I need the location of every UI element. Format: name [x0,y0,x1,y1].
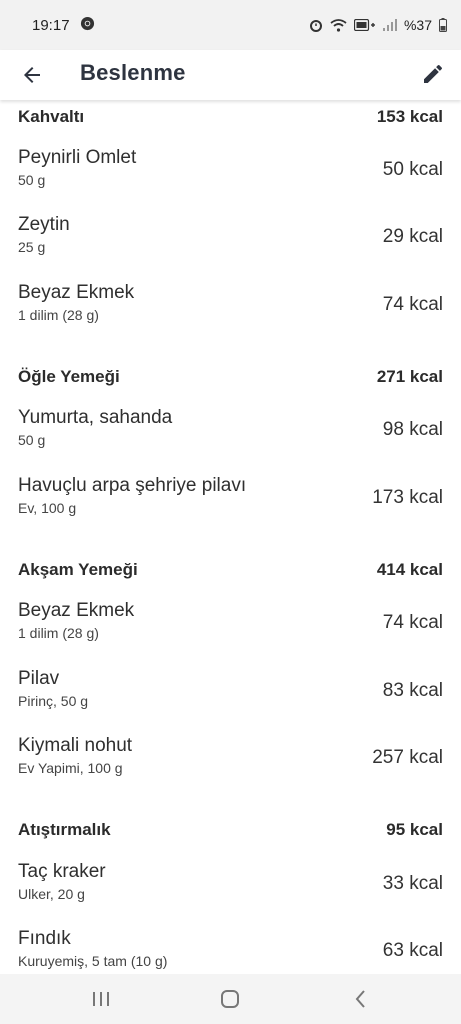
pencil-icon [424,64,443,83]
meal-header-aksam-yemegi: Akşam Yemeği 414 kcal [18,555,443,585]
food-detail: 50 g [18,172,46,188]
food-item[interactable]: Beyaz Ekmek 1 dilim (28 g) 74 kcal [18,600,443,650]
meal-name: Kahvaltı [18,107,85,126]
meal-total: 95 kcal [386,820,443,839]
food-kcal: 63 kcal [382,940,443,961]
chevron-left-icon [355,990,365,1008]
food-name: Kiymali nohut [18,735,133,756]
food-kcal: 33 kcal [382,873,443,894]
battery-icon [439,18,447,32]
meal-header-atistirmalik: Atıştırmalık 95 kcal [18,815,443,845]
food-name: Taç kraker [18,861,106,882]
food-name: Beyaz Ekmek [18,282,135,303]
food-item[interactable]: Zeytin 25 g 29 kcal [18,214,443,264]
food-kcal: 74 kcal [382,612,443,633]
food-name: Peynirli Omlet [18,147,137,168]
nav-back-button[interactable] [350,989,372,1014]
signal-icon [382,19,397,31]
food-name: Yumurta, sahanda [18,407,173,428]
food-item[interactable]: Peynirli Omlet 50 g 50 kcal [18,147,443,197]
page-title: Beslenme [80,60,186,85]
meal-total: 271 kcal [376,367,443,386]
battery-percent: %37 [403,17,432,33]
volte-icon [353,19,376,31]
food-detail: Pirinç, 50 g [18,693,89,709]
food-name: Pilav [18,668,60,689]
food-detail: 25 g [18,239,46,255]
food-item[interactable]: Pilav Pirinç, 50 g 83 kcal [18,668,443,718]
food-name: Zeytin [18,214,70,235]
food-name: Havuçlu arpa şehriye pilavı [18,475,247,496]
food-detail: Ev Yapimi, 100 g [18,760,123,776]
meal-total: 414 kcal [376,560,443,579]
app-bar: Beslenme [0,50,461,100]
food-detail: Kuruyemiş, 5 tam (10 g) [18,953,168,969]
food-detail: 1 dilim (28 g) [18,307,99,323]
food-kcal: 83 kcal [382,680,443,701]
recents-button[interactable] [90,989,112,1014]
food-kcal: 29 kcal [382,226,443,247]
status-bar: 19:17 %37 [0,0,461,50]
food-item[interactable]: Taç kraker Ulker, 20 g 33 kcal [18,861,443,911]
food-item[interactable]: Fındık Kuruyemiş, 5 tam (10 g) 63 kcal [18,928,443,974]
food-item[interactable]: Beyaz Ekmek 1 dilim (28 g) 74 kcal [18,282,443,332]
food-name: Fındık [18,928,71,949]
food-item[interactable]: Kiymali nohut Ev Yapimi, 100 g 257 kcal [18,735,443,785]
meal-total: 153 kcal [376,107,443,126]
back-button[interactable] [20,63,44,87]
food-kcal: 74 kcal [382,294,443,315]
meal-name: Öğle Yemeği [18,367,120,386]
food-kcal: 173 kcal [372,487,443,508]
home-icon [221,990,239,1008]
food-detail: 50 g [18,432,46,448]
meal-header-kahvalti: Kahvaltı 153 kcal [18,102,443,132]
status-time: 19:17 [32,16,70,34]
recents-icon [93,992,109,1006]
meal-header-ogle-yemegi: Öğle Yemeği 271 kcal [18,362,443,392]
system-nav-bar [0,974,461,1024]
food-item[interactable]: Havuçlu arpa şehriye pilavı Ev, 100 g 17… [18,475,443,525]
food-kcal: 257 kcal [372,747,443,768]
meal-list: Kahvaltı 153 kcal Peynirli Omlet 50 g 50… [0,100,461,974]
home-button[interactable] [219,989,241,1014]
food-detail: Ev, 100 g [18,500,77,516]
wifi-icon [330,18,347,32]
chrome-icon [80,16,95,35]
food-detail: Ulker, 20 g [18,886,85,902]
arrow-left-icon [24,67,40,83]
meal-name: Atıştırmalık [18,820,111,839]
food-name: Beyaz Ekmek [18,600,135,621]
food-item[interactable]: Yumurta, sahanda 50 g 98 kcal [18,407,443,457]
food-kcal: 50 kcal [382,159,443,180]
food-kcal: 98 kcal [382,419,443,440]
food-detail: 1 dilim (28 g) [18,625,99,641]
meal-name: Akşam Yemeği [18,560,138,579]
edit-button[interactable] [421,62,445,86]
alarm-icon [309,18,323,32]
